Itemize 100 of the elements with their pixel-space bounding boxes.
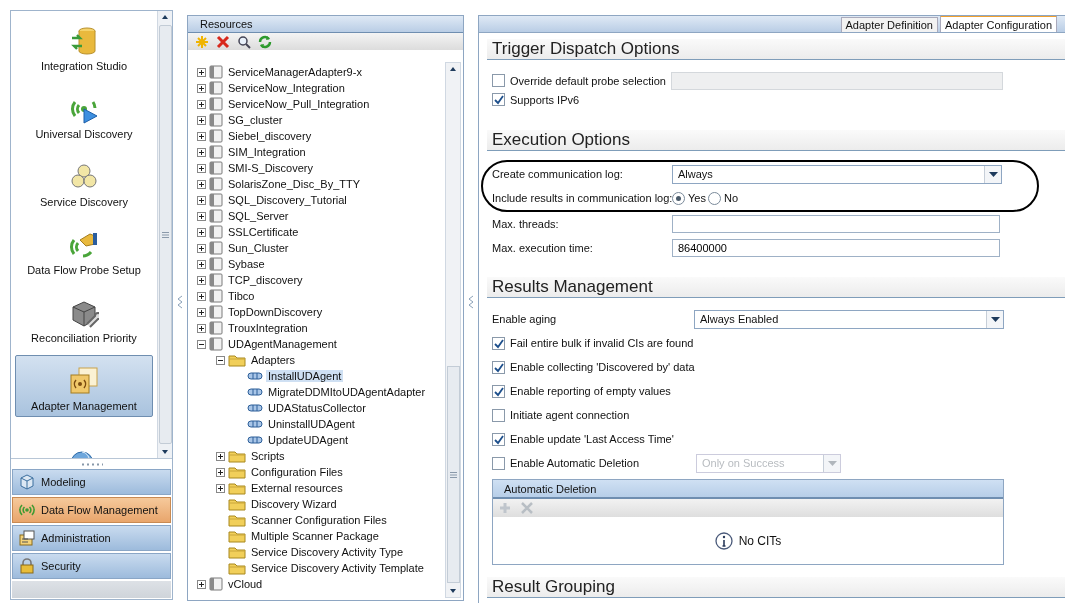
resize-grip-icon[interactable] [80,462,103,466]
expand-icon[interactable] [197,323,206,333]
tree-item[interactable]: SQL_Server [226,210,291,222]
checkbox[interactable] [492,360,505,374]
tree-item[interactable]: Discovery Wizard [249,498,339,510]
tree-item[interactable]: Scripts [249,450,287,462]
nav-item[interactable]: Universal Discovery [15,83,153,145]
tree-item[interactable]: TopDownDiscovery [226,306,325,318]
nav-item[interactable]: Integration Studio [15,15,153,77]
expand-icon[interactable] [197,163,206,173]
search-icon[interactable] [237,34,251,49]
tab[interactable]: Adapter Configuration [940,16,1057,32]
tree-item[interactable]: Adapters [249,354,298,366]
expand-icon[interactable] [197,83,206,93]
checkbox[interactable] [492,408,505,422]
module-tab[interactable]: Administration [12,525,171,551]
hand-signal-icon [69,230,99,260]
expand-icon[interactable] [197,243,206,253]
nav-item-label: Data Flow Probe Setup [27,264,141,276]
field-label: Include results in communication log: [492,192,672,204]
tab[interactable]: Adapter Definition [840,17,938,32]
tree-item[interactable]: Service Discovery Activity Template [249,562,426,574]
section-heading: Result Grouping [487,577,1065,598]
expand-icon[interactable] [197,147,206,157]
tree-item[interactable]: SolarisZone_Disc_By_TTY [226,178,363,190]
expand-icon[interactable] [197,259,206,269]
nav-item-label: Adapter Management [31,400,137,412]
expand-icon[interactable] [216,483,225,493]
tree-item[interactable]: vCloud [226,578,265,590]
checkbox[interactable] [492,336,505,350]
tree-item[interactable]: Multiple Scanner Package [249,530,381,542]
collapse-icon[interactable] [197,339,206,349]
module-tab[interactable]: Modeling [12,469,171,495]
scrollbar[interactable] [445,62,461,598]
radio-button[interactable] [707,191,721,205]
tree-item[interactable]: MigrateDDMItoUDAgentAdapter [266,386,428,398]
expand-icon[interactable] [197,291,206,301]
book-icon [209,97,223,111]
book-icon [209,321,223,335]
tree-item[interactable]: External resources [249,482,345,494]
tree-item[interactable]: Sybase [226,258,267,270]
checkbox[interactable] [492,384,505,398]
nav-item[interactable]: Adapter Management [15,355,153,417]
expand-icon[interactable] [197,211,206,221]
collapse-icon[interactable] [216,355,225,365]
module-tab[interactable]: Security [12,553,171,579]
check-icon [493,361,504,373]
tree-item[interactable]: ServiceManagerAdapter9-x [226,66,364,78]
expand-icon[interactable] [197,67,206,77]
tree-item[interactable]: Siebel_discovery [226,130,314,142]
scrollbar[interactable] [157,11,172,458]
tree-item[interactable]: UninstallUDAgent [266,418,357,430]
tree-item[interactable]: UDAgentManagement [226,338,339,350]
expand-icon[interactable] [216,451,225,461]
tree-item[interactable]: SQL_Discovery_Tutorial [226,194,349,206]
checkbox[interactable] [492,432,505,446]
expand-icon[interactable] [197,179,206,189]
expand-icon[interactable] [197,195,206,205]
expand-icon[interactable] [216,467,225,477]
checkbox[interactable] [492,93,505,106]
expand-icon[interactable] [197,579,206,589]
tree-item[interactable]: SMI-S_Discovery [226,162,315,174]
delete-icon[interactable] [216,34,230,49]
empty-message: No CITs [738,533,782,548]
tree-item[interactable]: UDAStatusCollector [266,402,368,414]
nav-item[interactable]: Reconciliation Priority [15,287,153,349]
expand-icon[interactable] [197,275,206,285]
tree-item[interactable]: Tibco [226,290,257,302]
tree-item[interactable]: Sun_Cluster [226,242,291,254]
dropdown[interactable]: Always Enabled [694,309,1004,329]
text-field[interactable] [672,215,1000,233]
expand-icon[interactable] [197,115,206,125]
tree-item[interactable]: ServiceNow_Pull_Integration [226,98,372,110]
tree-item[interactable]: SSLCertificate [226,226,301,238]
tree-item[interactable]: SG_cluster [226,114,285,126]
expand-icon[interactable] [197,99,206,109]
tree-item[interactable]: UpdateUDAgent [266,434,351,446]
module-tab[interactable]: Data Flow Management [12,497,171,523]
tree-item[interactable]: Configuration Files [249,466,345,478]
checkbox-label: Enable update 'Last Access Time' [510,433,674,445]
tree-item[interactable]: ServiceNow_Integration [226,82,347,94]
expand-icon[interactable] [197,131,206,141]
tree-item[interactable]: SIM_Integration [226,146,308,158]
tree-item[interactable]: Service Discovery Activity Type [249,546,405,558]
nav-item-label: Universal Discovery [35,128,133,140]
tree-item[interactable]: TrouxIntegration [226,322,310,334]
tree-item[interactable]: InstallUDAgent [266,370,344,382]
documents-icon [19,530,35,546]
radio-button[interactable] [672,191,685,205]
field-label: Max. threads: [492,218,560,230]
folder-icon [228,465,246,479]
expand-icon[interactable] [197,307,206,317]
nav-item[interactable]: Service Discovery [15,151,153,213]
expand-icon[interactable] [197,227,206,237]
nav-item[interactable]: Data Flow Probe Setup [15,219,153,281]
text-field[interactable]: 86400000 [672,239,1000,257]
refresh-icon[interactable] [258,34,272,49]
dropdown[interactable]: Always [672,164,1002,184]
tree-item[interactable]: Scanner Configuration Files [249,514,389,526]
tree-item[interactable]: TCP_discovery [226,274,305,286]
